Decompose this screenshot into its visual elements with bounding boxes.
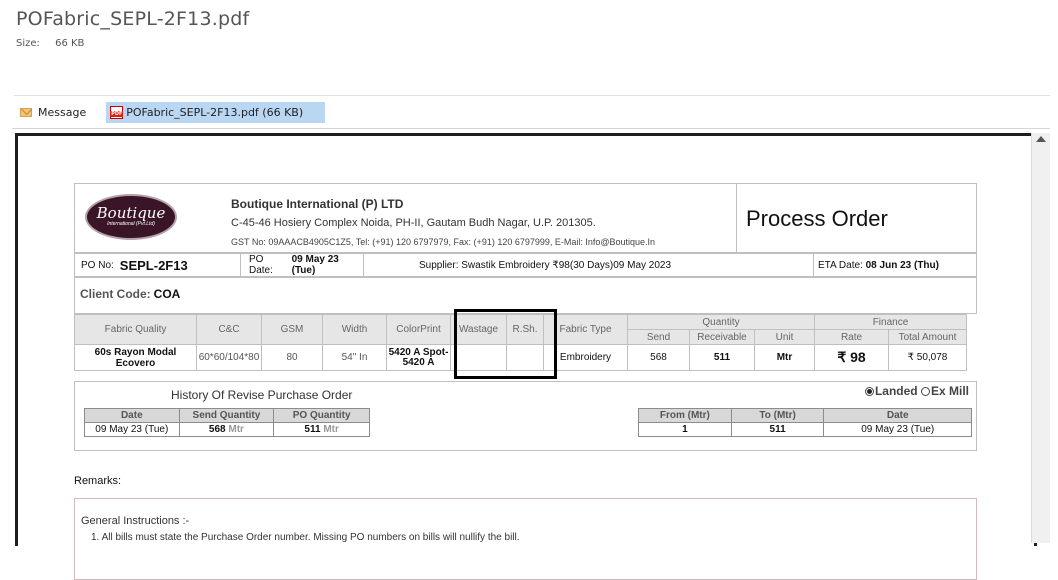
message-tab-label: Message bbox=[38, 105, 87, 119]
company-address: C-45-46 Hosiery Complex Noida, PH-II, Ga… bbox=[231, 217, 596, 229]
history-title: History Of Revise Purchase Order bbox=[171, 388, 353, 402]
size-label: Size: bbox=[16, 38, 40, 49]
po-info-row: PO No: SEPL-2F13 PO Date: 09 May 23 (Tue)… bbox=[74, 253, 977, 277]
general-instructions-title: General Instructions :- bbox=[81, 515, 190, 527]
company-name: Boutique International (P) LTD bbox=[231, 197, 404, 211]
document-title: Process Order bbox=[746, 206, 888, 231]
attachment-header: POFabric_SEPL-2F13.pdf Size: 66 KB bbox=[16, 8, 249, 49]
remarks-label: Remarks: bbox=[74, 475, 122, 487]
company-logo: Boutique International (Pvt.Ltd) bbox=[85, 194, 177, 240]
pdf-tab-label: POFabric_SEPL-2F13.pdf (66 KB) bbox=[126, 105, 304, 119]
message-tab[interactable]: Message bbox=[16, 102, 90, 123]
supplier-info: Supplier: Swastik Embroidery ₹98(30 Days… bbox=[364, 254, 814, 276]
attachment-bar: Message PDF POFabric_SEPL-2F13.pdf (66 K… bbox=[16, 101, 326, 123]
header-divider bbox=[14, 95, 1050, 96]
envelope-icon bbox=[20, 107, 32, 117]
company-contact: GST No: 09AAACB4905C1Z5, Tel: (+91) 120 … bbox=[231, 237, 656, 247]
price-basis: Landed Ex Mill bbox=[864, 384, 969, 398]
ex-mill-radio[interactable] bbox=[920, 387, 930, 397]
attachment-filename: POFabric_SEPL-2F13.pdf bbox=[16, 8, 250, 30]
landed-radio[interactable] bbox=[864, 387, 874, 397]
pdf-icon: PDF bbox=[110, 105, 124, 119]
client-code: COA bbox=[153, 287, 181, 301]
pdf-attachment-tab[interactable]: PDF POFabric_SEPL-2F13.pdf (66 KB) bbox=[106, 101, 326, 123]
history-right-table: From (Mtr) To (Mtr) Date 1 511 09 May 23… bbox=[638, 408, 972, 437]
highlight-box bbox=[454, 309, 557, 379]
attachment-size: Size: 66 KB bbox=[16, 38, 249, 49]
po-number: PO No: SEPL-2F13 bbox=[75, 254, 241, 276]
po-date: PO Date: 09 May 23 (Tue) bbox=[241, 254, 364, 276]
scroll-up-arrow-icon[interactable] bbox=[1036, 136, 1046, 142]
revise-history-box: History Of Revise Purchase Order Landed … bbox=[74, 381, 977, 451]
bar-divider bbox=[12, 128, 1050, 129]
document-header: Boutique International (Pvt.Ltd) Boutiqu… bbox=[74, 183, 977, 253]
size-value: 66 KB bbox=[55, 38, 85, 49]
history-left-table: Date Send Quantity PO Quantity 09 May 23… bbox=[84, 408, 370, 437]
table-row: 1 511 09 May 23 (Tue) bbox=[638, 422, 972, 437]
instruction-line: 1. All bills must state the Purchase Ord… bbox=[91, 532, 520, 543]
preview-scrollbar[interactable] bbox=[1031, 133, 1050, 543]
general-instructions-box: General Instructions :- 1. All bills mus… bbox=[74, 498, 977, 580]
table-row: 09 May 23 (Tue) 568 Mtr 511 Mtr bbox=[84, 422, 370, 437]
eta-date: ETA Date: 08 Jun 23 (Thu) bbox=[818, 259, 939, 271]
